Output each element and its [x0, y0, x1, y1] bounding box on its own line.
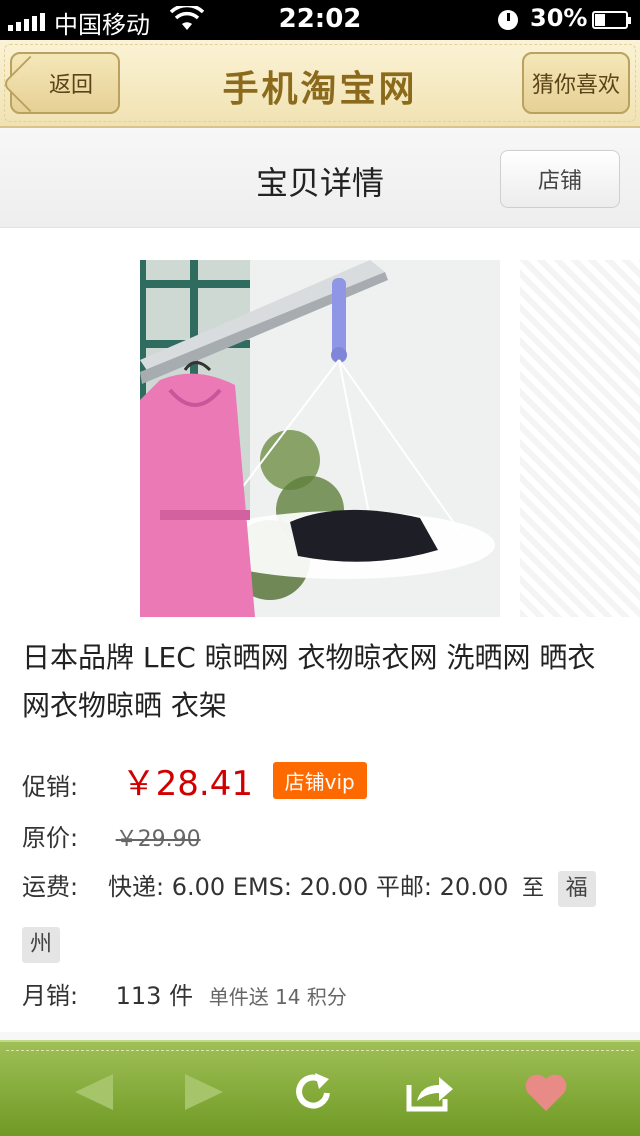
- sales-note: 单件送 14 积分: [208, 985, 347, 1009]
- alarm-icon: [498, 10, 518, 30]
- destination-select-cont[interactable]: 州: [22, 927, 61, 963]
- shipping-label: 运费:: [22, 873, 79, 901]
- nav-bar: 返回 手机淘宝网 猜你喜欢: [0, 40, 640, 128]
- back-button-label: 返回: [48, 73, 93, 98]
- product-detail: 日本品牌 LEC 晾晒网 衣物晾衣网 洗晒网 晒衣网衣物晾晒 衣架 促销: ￥2…: [0, 228, 640, 1032]
- original-price-label: 原价:: [22, 824, 79, 852]
- forward-arrow-icon[interactable]: [172, 1060, 236, 1124]
- destination-select[interactable]: 福: [557, 871, 596, 907]
- promo-label: 促销:: [22, 773, 79, 801]
- vip-badge: 店铺vip: [272, 762, 367, 799]
- sales-count: 113 件: [115, 982, 194, 1010]
- product-photo-illustration: [140, 260, 500, 617]
- monthly-sales-row: 月销: 113 件 单件送 14 积分: [22, 976, 347, 1011]
- battery-icon: [592, 11, 631, 29]
- bottom-toolbar: [0, 1040, 640, 1136]
- sales-label: 月销:: [22, 982, 79, 1010]
- detail-header: 宝贝详情 店铺: [0, 130, 640, 228]
- battery-percent: 30%: [530, 4, 588, 32]
- original-price-row: 原价: ￥29.90: [22, 818, 201, 853]
- guess-you-like-button[interactable]: 猜你喜欢: [522, 52, 630, 114]
- shop-button[interactable]: 店铺: [500, 150, 620, 208]
- share-icon[interactable]: [398, 1060, 462, 1124]
- promo-row: 促销: ￥28.41 店铺vip: [22, 756, 367, 805]
- shipping-row: 运费: 快递: 6.00 EMS: 20.00 平邮: 20.00 至 福 州: [22, 860, 622, 971]
- status-bar: 中国移动 22:02 30%: [0, 0, 640, 40]
- product-title: 日本品牌 LEC 晾晒网 衣物晾衣网 洗晒网 晒衣网衣物晾晒 衣架: [22, 641, 596, 722]
- refresh-icon[interactable]: [282, 1060, 346, 1124]
- back-arrow-icon[interactable]: [62, 1060, 126, 1124]
- product-photo[interactable]: [140, 260, 500, 617]
- heart-icon[interactable]: [514, 1060, 578, 1124]
- shipping-to: 至: [522, 876, 545, 901]
- promo-price: ￥28.41: [121, 764, 253, 804]
- original-price: ￥29.90: [115, 827, 201, 852]
- shipping-text: 快递: 6.00 EMS: 20.00 平邮: 20.00: [108, 873, 509, 901]
- product-photo-next[interactable]: [520, 260, 640, 617]
